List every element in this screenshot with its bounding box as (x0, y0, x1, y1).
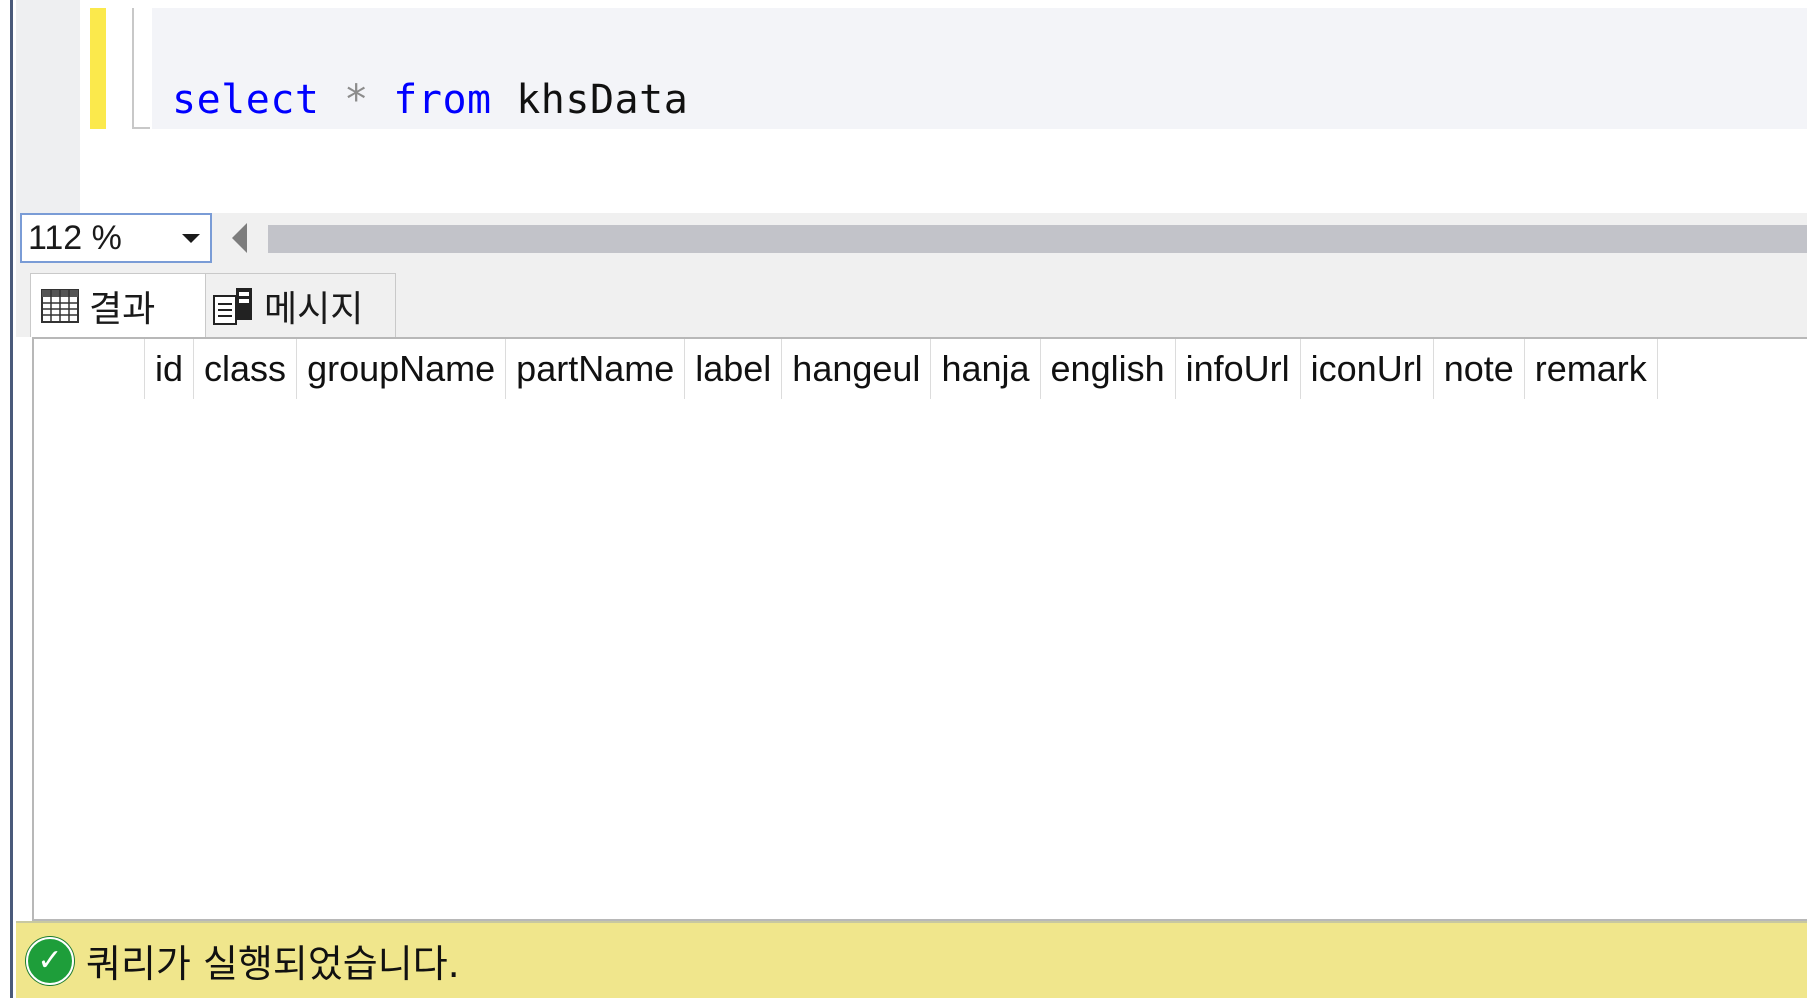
keyword-from: from (393, 77, 492, 123)
scroll-left-arrow-icon[interactable] (232, 223, 247, 253)
horizontal-scrollbar[interactable] (268, 225, 1807, 253)
tab-messages-label: 메시지 (264, 288, 364, 330)
column-header-infourl[interactable]: infoUrl (1174, 339, 1300, 399)
query-editor[interactable]: select * from khsData (16, 0, 1807, 213)
table-name: khsData (516, 77, 689, 123)
column-header-hangeul[interactable]: hangeul (781, 339, 930, 399)
tab-results[interactable]: 결과 (30, 273, 206, 337)
column-header-note[interactable]: note (1432, 339, 1524, 399)
zoom-value: 112 % (28, 218, 122, 257)
status-bar: ✓ 쿼리가 실행되었습니다. (16, 921, 1807, 998)
column-header-id[interactable]: id (144, 339, 193, 399)
result-tabs: 결과 메시지 (16, 265, 1807, 337)
results-grid[interactable]: id class groupName partName label hangeu… (32, 337, 1807, 921)
editor-zoom-scroll-strip: 112 % (16, 213, 1807, 265)
window-left-border (0, 0, 13, 998)
column-header-groupname[interactable]: groupName (296, 339, 505, 399)
keyword-select: select (172, 77, 320, 123)
change-tracking-bar (90, 8, 106, 129)
column-header-class[interactable]: class (193, 339, 296, 399)
editor-selection-margin[interactable] (16, 0, 80, 213)
column-header-remark[interactable]: remark (1523, 339, 1658, 399)
chevron-down-icon[interactable] (182, 233, 200, 243)
column-header-iconurl[interactable]: iconUrl (1299, 339, 1433, 399)
outline-collapse-line[interactable] (132, 8, 150, 129)
column-header-partname[interactable]: partName (505, 339, 684, 399)
grid-header-row: id class groupName partName label hangeu… (34, 339, 1658, 399)
grid-corner-cell[interactable] (34, 339, 144, 399)
status-message: 쿼리가 실행되었습니다. (86, 942, 460, 986)
messages-icon (213, 287, 252, 325)
code-line[interactable]: select * from khsData (172, 72, 688, 128)
grid-icon (41, 288, 79, 323)
column-header-hanja[interactable]: hanja (930, 339, 1039, 399)
column-header-label[interactable]: label (684, 339, 781, 399)
success-check-icon: ✓ (26, 936, 74, 985)
operator-asterisk: * (344, 77, 369, 123)
column-header-english[interactable]: english (1039, 339, 1175, 399)
zoom-dropdown[interactable]: 112 % (20, 213, 212, 263)
tab-messages[interactable]: 메시지 (206, 273, 396, 337)
tab-results-label: 결과 (89, 288, 156, 330)
